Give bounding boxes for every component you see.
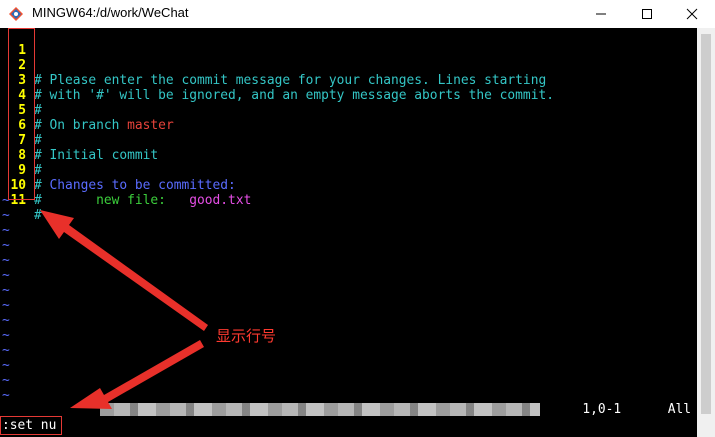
branch-prefix: # On branch: [34, 118, 128, 133]
line-text: #: [34, 163, 42, 178]
ruler-scroll: All: [667, 402, 691, 417]
empty-line-tilde: ~: [2, 388, 10, 403]
empty-line-tilde: ~: [2, 238, 10, 253]
scroll-thumb[interactable]: [701, 34, 711, 414]
line-text: #: [34, 103, 42, 118]
changes-header: Changes to be committed:: [49, 178, 236, 193]
line-text: #: [34, 133, 42, 148]
empty-line-tilde: ~: [2, 208, 10, 223]
cursor-ruler: 1,0-1 All: [582, 402, 691, 417]
minimize-button[interactable]: [578, 0, 624, 28]
branch-name: master: [127, 118, 174, 133]
empty-line-tilde: ~: [2, 373, 10, 388]
line-numbers-highlight-box: [8, 28, 35, 200]
empty-line-tilde: ~: [2, 343, 10, 358]
empty-line-tilde: ~: [2, 313, 10, 328]
annotation-label: 显示行号: [216, 327, 277, 345]
title-bar: MINGW64:/d/work/WeChat: [0, 0, 715, 28]
new-file-label: new file:: [96, 193, 166, 208]
vertical-scrollbar[interactable]: [697, 28, 715, 437]
ruler-position: 1,0-1: [582, 402, 622, 417]
status-line: 1,0-1 All: [0, 402, 697, 417]
maximize-button[interactable]: [624, 0, 670, 28]
new-file-name: good.txt: [189, 193, 252, 208]
hash-marker: #: [34, 178, 42, 193]
empty-line-tilde: ~: [2, 223, 10, 238]
minimize-icon: [596, 13, 606, 15]
blurred-area: [100, 403, 540, 416]
line-text: # On branch master: [34, 118, 174, 133]
hash-marker: #: [34, 193, 42, 208]
close-icon: [686, 8, 698, 20]
line-text: # Initial commit: [34, 148, 159, 163]
empty-line-tilde: ~: [2, 268, 10, 283]
close-button[interactable]: [669, 0, 715, 28]
command-highlight-box: [0, 416, 62, 435]
empty-line-tilde: ~: [2, 298, 10, 313]
maximize-icon: [642, 9, 652, 19]
empty-line-tilde: ~: [2, 283, 10, 298]
line-text: #: [34, 208, 42, 223]
git-bash-icon: [8, 6, 24, 22]
line-text: # with '#' will be ignored, and an empty…: [34, 88, 554, 103]
line-text: # Changes to be committed:: [34, 178, 236, 193]
empty-line-tilde: ~: [2, 328, 10, 343]
window-title: MINGW64:/d/work/WeChat: [32, 5, 189, 20]
line-text: # Please enter the commit message for yo…: [34, 73, 547, 88]
empty-line-tilde: ~: [2, 253, 10, 268]
line-text: # new file: good.txt: [34, 193, 251, 208]
empty-line-tilde: ~: [2, 358, 10, 373]
